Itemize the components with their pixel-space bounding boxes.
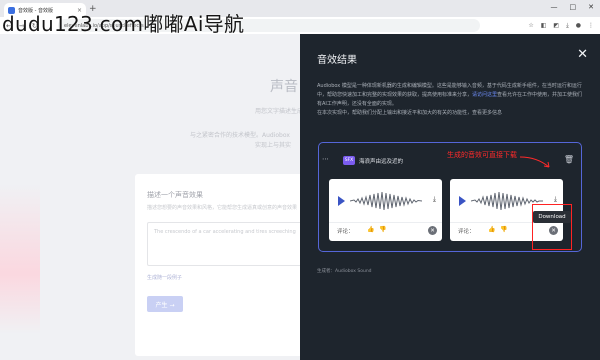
bookmark-star-icon[interactable]: ☆: [528, 19, 533, 32]
window-close-button[interactable]: ✕: [588, 3, 594, 11]
description-link[interactable]: 请访问这里: [472, 92, 497, 98]
form-heading: 描述一个声音效果: [147, 191, 203, 199]
delete-icon[interactable]: 🗑: [564, 155, 574, 164]
maximize-button[interactable]: □: [570, 3, 577, 11]
sound-results-panel: 音效结果 ✕ Audiobox 模型是一种体现新机器的生成和编辑模型。这些是能够…: [300, 34, 600, 360]
thumbs-up-icon[interactable]: 👍: [488, 226, 495, 233]
page-subtitle: 用您文字描述生成: [255, 108, 304, 115]
profile-icon[interactable]: ●: [576, 19, 581, 32]
play-icon[interactable]: [338, 196, 345, 206]
watermark-text: dudu123.com嘟嘟Ai导航: [2, 12, 245, 36]
example-link[interactable]: 生成随一段例子: [147, 274, 182, 281]
play-icon[interactable]: [459, 196, 466, 206]
generate-button[interactable]: 产生 →: [147, 296, 183, 312]
result-prompt: 海浪声由远及近的: [359, 159, 404, 165]
menu-icon[interactable]: ⋮: [588, 19, 594, 32]
extension-icon[interactable]: ◧: [541, 19, 547, 32]
decorative-glow: [0, 184, 40, 334]
page-subtitle: 与之紧密合作的技术模型。Audiobox: [190, 132, 290, 139]
more-options-icon[interactable]: ⋯: [322, 155, 329, 163]
sfx-badge: SFX: [343, 156, 355, 165]
annotation-text: 生成的音效可直接下载: [447, 151, 517, 159]
minimize-button[interactable]: —: [551, 3, 558, 11]
panel-description: Audiobox 模型是一种体现新机器的生成和编辑模型。这些是能够输入音频，基于…: [317, 82, 587, 118]
download-icon[interactable]: ⤓: [433, 195, 436, 204]
page-title: 声音: [270, 79, 298, 95]
download-icon[interactable]: ⤓: [566, 19, 569, 32]
waveform: [350, 191, 422, 211]
download-icon[interactable]: ⤓: [554, 195, 557, 204]
extension-bar: ☆ ◧ ◩ ⤓ ● ⋮: [528, 19, 594, 32]
panel-title: 音效结果: [317, 55, 357, 66]
prompt-textarea[interactable]: The crescendo of a car accelerating and …: [147, 222, 323, 266]
generated-by-note: 生成者：Audiobox Sound: [317, 269, 372, 274]
audio-card: ⤓ 评论： 👍 👎 ✕: [329, 179, 442, 241]
annotation-arrow-icon: [519, 156, 550, 168]
rating-label: 评论：: [458, 229, 475, 235]
thumbs-down-icon[interactable]: 👎: [500, 226, 507, 233]
divider: [329, 222, 442, 223]
result-group: ⋯ 海浪声由远及近的 SFX 生成的音效可直接下载 🗑 ⤓ 评论： 👍 👎 ✕: [318, 142, 582, 252]
close-icon[interactable]: ✕: [577, 48, 588, 61]
remove-icon[interactable]: ✕: [428, 226, 437, 235]
thumbs-up-icon[interactable]: 👍: [367, 226, 374, 233]
extension-icon[interactable]: ◩: [553, 19, 559, 32]
download-tooltip: Download: [533, 211, 571, 223]
thumbs-down-icon[interactable]: 👎: [379, 226, 386, 233]
window-controls: — □ ✕: [551, 3, 595, 11]
form-hint: 描述您想要的声音效果和风格，它能帮您生成逼真或创意的声音效果: [147, 205, 298, 211]
rating-label: 评论：: [337, 229, 354, 235]
description-text: 在本次实现中，帮助我们分配上输出和接近平和加大的有关的功能性，查看更多信息: [317, 110, 503, 116]
page-subtitle: 实现上与其实: [255, 142, 292, 149]
